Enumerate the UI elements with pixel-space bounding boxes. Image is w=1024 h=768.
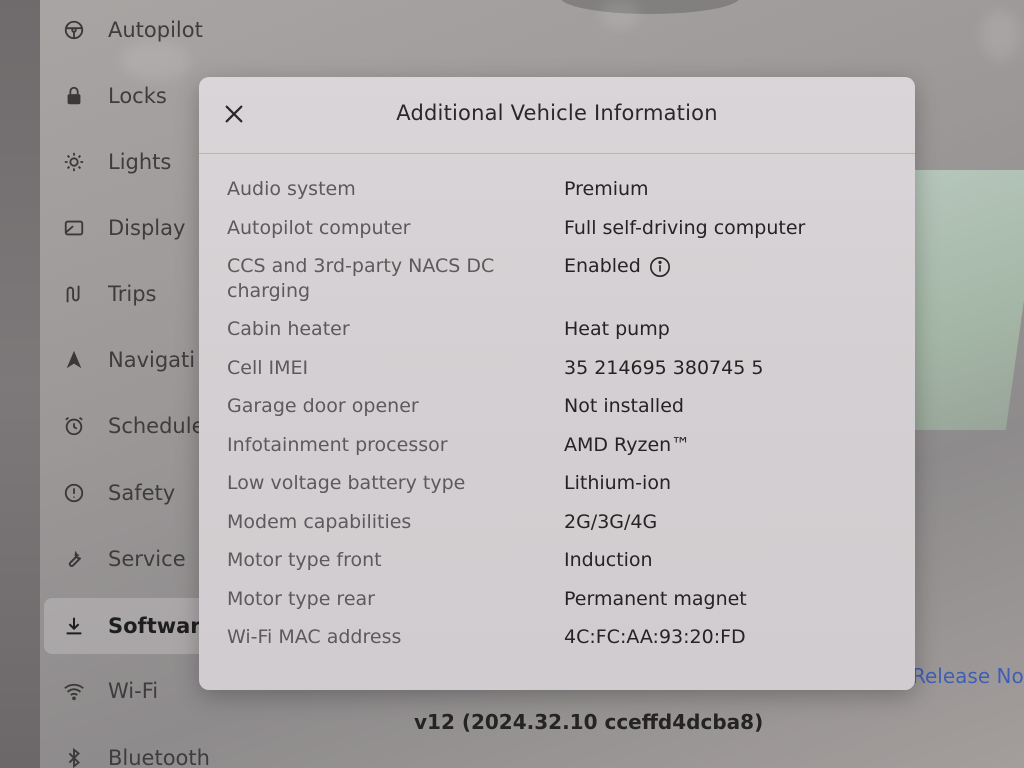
steering-wheel-icon (62, 18, 86, 42)
sidebar-item-label: Locks (108, 84, 167, 108)
info-row-audio-system: Audio system Premium (227, 177, 897, 216)
sidebar-item-label: Schedule (108, 414, 205, 438)
info-value: Enabled (564, 255, 641, 277)
sidebar-item-label: Navigati (108, 348, 196, 372)
sidebar-item-label: Trips (108, 282, 157, 306)
alert-circle-icon (62, 481, 86, 505)
sidebar-item-label: Safety (108, 481, 176, 505)
info-row-motor-front: Motor type front Induction (227, 548, 897, 587)
vehicle-info-list: Audio system Premium Autopilot computer … (227, 177, 897, 664)
info-row-infotainment-processor: Infotainment processor AMD Ryzen™ (227, 433, 897, 472)
modal-header: Additional Vehicle Information (199, 77, 915, 154)
sidebar-item-label: Service (108, 547, 186, 571)
info-row-wifi-mac: Wi-Fi MAC address 4C:FC:AA:93:20:FD (227, 625, 897, 664)
route-icon (62, 282, 86, 306)
info-label: Low voltage battery type (227, 472, 466, 494)
info-value: 35 214695 380745 5 (564, 356, 764, 379)
info-label: Infotainment processor (227, 433, 448, 456)
release-notes-link[interactable]: Release No (912, 664, 1024, 688)
additional-vehicle-info-modal: Additional Vehicle Information Audio sys… (199, 77, 915, 690)
info-icon[interactable] (649, 256, 671, 278)
info-value-wrapper: Enabled (564, 254, 671, 279)
info-row-motor-rear: Motor type rear Permanent magnet (227, 587, 897, 626)
sun-icon (62, 150, 86, 174)
info-label: Cell IMEI (227, 356, 309, 379)
info-row-dc-charging: CCS and 3rd-party NACS DC charging Enabl… (227, 254, 897, 317)
info-label: CCS and 3rd-party NACS DC charging (227, 255, 495, 302)
screen-smudge (980, 10, 1020, 60)
info-row-low-voltage-battery: Low voltage battery type Lithium-ion (227, 471, 897, 510)
sidebar-item-bluetooth[interactable]: Bluetooth (44, 738, 284, 768)
info-value: Not installed (564, 395, 684, 417)
info-row-modem-capabilities: Modem capabilities 2G/3G/4G (227, 510, 897, 549)
modal-title: Additional Vehicle Information (396, 101, 718, 125)
alarm-clock-icon (62, 414, 86, 438)
info-value: AMD Ryzen™ (564, 433, 691, 456)
info-label: Garage door opener (227, 395, 419, 417)
info-value: Heat pump (564, 318, 670, 340)
background-shape (560, 0, 740, 14)
info-value: 2G/3G/4G (564, 510, 658, 533)
sidebar-item-label: Autopilot (108, 18, 203, 42)
info-value: Lithium-ion (564, 472, 671, 494)
info-value: Induction (564, 549, 653, 571)
info-value: Full self-driving computer (564, 216, 806, 239)
sidebar-item-label: Bluetooth (108, 746, 210, 768)
lock-icon (62, 84, 86, 108)
sidebar-item-label: Wi-Fi (108, 679, 159, 703)
background-edge (0, 0, 40, 768)
screen-smudge (600, 0, 640, 30)
info-row-cell-imei: Cell IMEI 35 214695 380745 5 (227, 356, 897, 395)
info-row-cabin-heater: Cabin heater Heat pump (227, 317, 897, 356)
display-icon (62, 216, 86, 240)
info-label: Autopilot computer (227, 216, 411, 239)
navigation-icon (62, 348, 86, 372)
info-value: 4C:FC:AA:93:20:FD (564, 626, 746, 648)
wifi-icon (62, 679, 86, 703)
download-icon (62, 614, 86, 638)
info-label: Audio system (227, 178, 356, 200)
bluetooth-icon (62, 746, 86, 768)
info-label: Wi-Fi MAC address (227, 626, 402, 648)
info-value: Premium (564, 178, 649, 200)
info-row-autopilot-computer: Autopilot computer Full self-driving com… (227, 216, 897, 255)
info-label: Cabin heater (227, 318, 350, 340)
info-label: Motor type front (227, 549, 382, 571)
sidebar-item-label: Lights (108, 150, 172, 174)
info-row-garage-door-opener: Garage door opener Not installed (227, 394, 897, 433)
info-label: Motor type rear (227, 587, 375, 610)
software-version: v12 (2024.32.10 cceffd4dcba8) (414, 710, 764, 734)
sidebar-item-label: Display (108, 216, 186, 240)
wrench-icon (62, 547, 86, 571)
info-label: Modem capabilities (227, 510, 412, 533)
info-value: Permanent magnet (564, 587, 747, 610)
sidebar-item-autopilot[interactable]: Autopilot (44, 10, 284, 50)
